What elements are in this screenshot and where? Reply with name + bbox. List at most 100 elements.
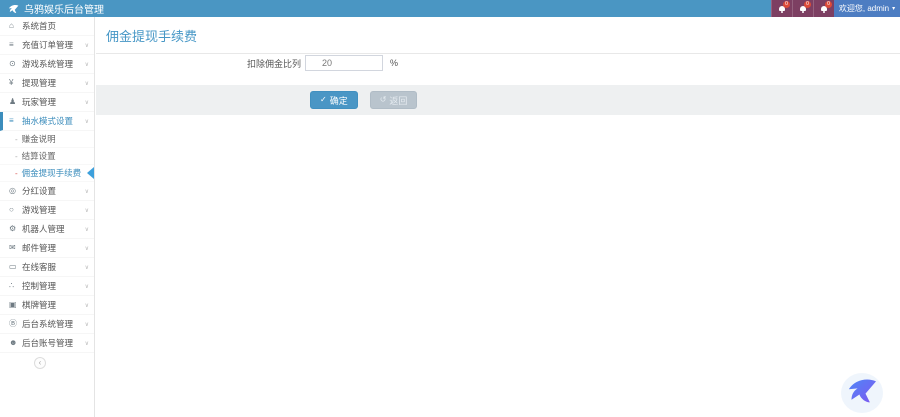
sidebar-item-label: 机器人管理 [22,223,85,235]
check-icon: ✓ [320,96,327,104]
back-button[interactable]: ↺ 返回 [370,91,418,109]
notification-badge: 0 [804,1,811,8]
sidebar-item-game-management[interactable]: ○ 游戏管理 ∨ [0,201,94,220]
sidebar-subitem-label: 佣金提现手续费 [22,167,82,179]
notification-bell-1[interactable]: 0 [771,0,792,17]
sidebar-subitem-commission-withdraw-fee[interactable]: - 佣金提现手续费 [0,165,94,182]
monitor-icon: ▭ [9,263,22,271]
brand[interactable]: 乌鸦娱乐后台管理 [0,0,104,17]
sidebar-item-recharge-orders[interactable]: ≡ 充值订单管理 ∨ [0,36,94,55]
notification-bell-3[interactable]: 0 [813,0,834,17]
undo-icon: ↺ [380,96,387,104]
sidebar-item-label: 后台系统管理 [22,318,85,330]
chevron-down-icon: ∨ [85,188,89,195]
chevron-down-icon: ∨ [85,302,89,309]
topbar: 乌鸦娱乐后台管理 0 0 0 欢迎您, admin ▾ [0,0,900,17]
user-icon: ♟ [9,98,22,106]
notification-badge: 0 [825,1,832,8]
percent-unit: % [390,58,398,68]
chevron-down-icon: ∨ [85,99,89,106]
main-content: 佣金提现手续费 扣除佣金比列 % ✓ 确定 ↺ 返回 [96,17,900,417]
sidebar-item-label: 棋牌管理 [22,299,85,311]
sidebar-item-mail-management[interactable]: ✉ 邮件管理 ∨ [0,239,94,258]
chevron-down-icon: ∨ [85,118,89,125]
topbar-right: 0 0 0 欢迎您, admin ▾ [771,0,900,17]
deduct-ratio-input[interactable] [305,55,383,71]
b-icon: Ⓑ [9,320,22,328]
chevron-down-icon: ∨ [85,321,89,328]
sidebar-item-backend-accounts[interactable]: ☻ 后台账号管理 ∨ [0,334,94,353]
home-icon: ⌂ [9,22,22,30]
sidebar-item-online-service[interactable]: ▭ 在线客服 ∨ [0,258,94,277]
brand-bird-icon [8,4,19,14]
back-button-label: 返回 [389,94,407,107]
form-actions-bar: ✓ 确定 ↺ 返回 [96,85,900,115]
brand-title: 乌鸦娱乐后台管理 [24,1,104,16]
sidebar-subitem-settlement-settings[interactable]: - 结算设置 [0,148,94,165]
sidebar-item-label: 邮件管理 [22,242,85,254]
sidebar-item-label: 游戏管理 [22,204,85,216]
list-icon: ≡ [9,117,22,125]
sidebar-collapse-toggle[interactable]: ‹ [34,357,46,369]
circle-icon: ○ [9,206,22,214]
sidebar-item-game-system[interactable]: ⊙ 游戏系统管理 ∨ [0,55,94,74]
sidebar-item-rake-mode-settings[interactable]: ≡ 抽水模式设置 ∨ [0,112,94,131]
deduct-ratio-label: 扣除佣金比列 [96,57,305,70]
chevron-down-icon: ∨ [85,80,89,87]
sidebar-item-label: 玩家管理 [22,96,85,108]
sidebar-item-label: 充值订单管理 [22,39,85,51]
user-menu[interactable]: 欢迎您, admin ▾ [834,0,900,17]
confirm-button-label: 确定 [330,94,348,107]
page-title: 佣金提现手续费 [96,17,900,54]
sidebar-item-control-management[interactable]: ∴ 控制管理 ∨ [0,277,94,296]
list-icon: ≡ [9,41,22,49]
chevron-down-icon: ∨ [85,42,89,49]
chevron-down-icon: ∨ [85,264,89,271]
sidebar-item-label: 提现管理 [22,77,85,89]
card-icon: ▣ [9,301,22,309]
sidebar-item-backend-system[interactable]: Ⓑ 后台系统管理 ∨ [0,315,94,334]
sidebar-item-label: 后台账号管理 [22,337,85,349]
chevron-down-icon: ∨ [85,340,89,347]
dash-icon: - [15,169,18,178]
users-icon: ☻ [9,339,22,347]
chevron-down-icon: ∨ [85,61,89,68]
chevron-down-icon: ∨ [85,283,89,290]
sidebar-item-label: 系统首页 [22,20,89,32]
sidebar-item-label: 分红设置 [22,185,85,197]
eye-icon: ⊙ [9,60,22,68]
notification-badge: 0 [783,1,790,8]
sidebar-item-players[interactable]: ♟ 玩家管理 ∨ [0,93,94,112]
sidebar-item-label: 抽水模式设置 [22,115,85,127]
user-greeting: 欢迎您, admin [839,3,889,14]
sidebar-item-label: 游戏系统管理 [22,58,85,70]
bird-logo-icon [846,377,878,410]
service-widget[interactable] [841,373,883,413]
dash-icon: - [15,135,18,144]
share-icon: ∴ [9,282,22,290]
sidebar-item-board-games[interactable]: ▣ 棋牌管理 ∨ [0,296,94,315]
chevron-down-icon: ∨ [85,226,89,233]
sidebar-subitem-earnings-note[interactable]: - 赚金说明 [0,131,94,148]
sidebar-subitem-label: 结算设置 [22,150,56,162]
target-icon: ◎ [9,187,22,195]
sidebar-item-dividend-settings[interactable]: ◎ 分红设置 ∨ [0,182,94,201]
commission-ratio-row: 扣除佣金比列 % [96,55,900,71]
sidebar-subitem-label: 赚金说明 [22,133,56,145]
dash-icon: - [15,152,18,161]
sidebar-item-label: 控制管理 [22,280,85,292]
sidebar: ⌂ 系统首页 ≡ 充值订单管理 ∨ ⊙ 游戏系统管理 ∨ ¥ 提现管理 ∨ ♟ … [0,17,95,417]
sidebar-item-withdrawal[interactable]: ¥ 提现管理 ∨ [0,74,94,93]
sidebar-item-label: 在线客服 [22,261,85,273]
active-item-arrow [87,167,94,179]
sidebar-item-robot-management[interactable]: ⚙ 机器人管理 ∨ [0,220,94,239]
confirm-button[interactable]: ✓ 确定 [310,91,358,109]
chevron-left-icon: ‹ [39,358,42,367]
mail-icon: ✉ [9,244,22,252]
yen-icon: ¥ [9,79,22,87]
chevron-down-icon: ∨ [85,245,89,252]
notification-bell-2[interactable]: 0 [792,0,813,17]
chevron-down-icon: ∨ [85,207,89,214]
sidebar-item-system-home[interactable]: ⌂ 系统首页 [0,17,94,36]
robot-icon: ⚙ [9,225,22,233]
